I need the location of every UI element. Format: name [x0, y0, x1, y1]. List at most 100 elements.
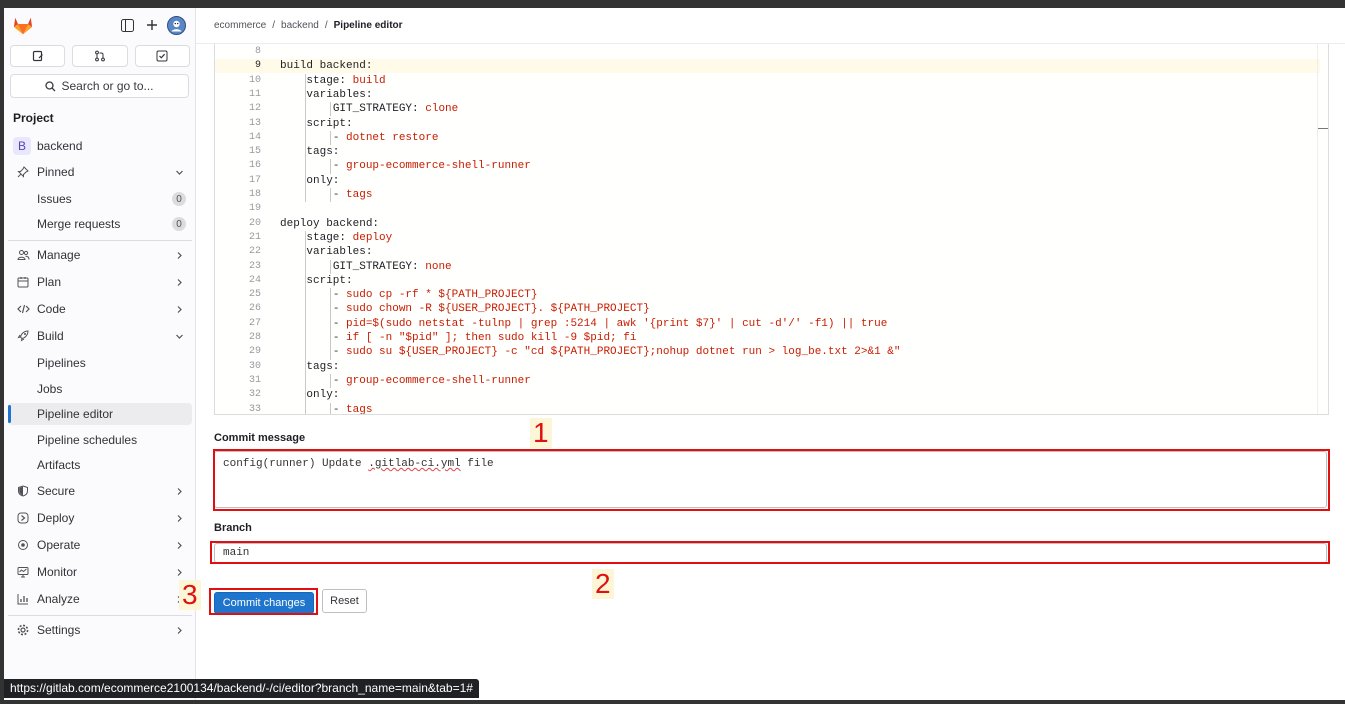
code-line[interactable]: 20 deploy backend: [215, 217, 1320, 231]
sidebar-item-deploy[interactable]: Deploy [8, 507, 192, 529]
sidebar-item-analyze[interactable]: Analyze [8, 588, 192, 610]
code-text: script: [306, 117, 353, 130]
code-editor[interactable]: 8 9 build backend: 10 stage: build 11 variab… [214, 44, 1329, 415]
sidebar-item-build[interactable]: Build [8, 325, 192, 347]
sidebar-item-pipeline-editor[interactable]: Pipeline editor [8, 403, 192, 425]
code-line[interactable]: 10 stage: build [215, 74, 1320, 88]
sidebar-item-label: Deploy [37, 511, 75, 525]
sidebar-item-secure[interactable]: Secure [8, 480, 192, 502]
sidebar-item-settings[interactable]: Settings [8, 619, 192, 641]
breadcrumb: ecommerce / backend / Pipeline editor [214, 20, 403, 31]
sidebar-item-operate[interactable]: Operate [8, 534, 192, 556]
branch-input[interactable]: main [214, 543, 1327, 563]
code-line[interactable]: 25 - sudo cp -rf * ${PATH_PROJECT} [215, 288, 1320, 302]
line-number: 14 [248, 131, 261, 143]
annotation-number-2: 2 [592, 569, 614, 599]
code-text: - group-ecommerce-shell-runner [332, 374, 531, 387]
browser-viewport: Search or go to... Project B backend Pin… [4, 8, 1345, 700]
breadcrumb-item[interactable]: backend [281, 20, 319, 31]
code-line[interactable]: 21 stage: deploy [215, 231, 1320, 245]
gitlab-logo-icon[interactable] [12, 15, 34, 35]
line-number: 10 [248, 74, 261, 86]
indent-guide [330, 188, 331, 203]
todo-shortcut-button[interactable] [134, 45, 190, 67]
sidebar-item-monitor[interactable]: Monitor [8, 561, 192, 583]
chevron-right-icon [174, 567, 184, 577]
code-line[interactable]: 14 - dotnet restore [215, 131, 1320, 145]
sidebar-item-plan[interactable]: Plan [8, 271, 192, 293]
code-line[interactable]: 12 GIT_STRATEGY: clone [215, 102, 1320, 116]
monitor-icon [16, 565, 30, 579]
line-number: 28 [248, 332, 261, 343]
code-line[interactable]: 29 - sudo su ${USER_PROJECT} -c "cd ${PA… [215, 345, 1320, 359]
code-line[interactable]: 19 [215, 202, 1320, 216]
code-line[interactable]: 31 - group-ecommerce-shell-runner [215, 374, 1320, 388]
sidebar-item-issues[interactable]: Issues 0 [8, 188, 192, 210]
code-line[interactable]: 16 - group-ecommerce-shell-runner [215, 159, 1320, 173]
sidebar-item-label: Jobs [37, 382, 63, 396]
search-button[interactable]: Search or go to... [10, 74, 189, 98]
sidebar-item-pipeline-schedules[interactable]: Pipeline schedules [8, 429, 192, 451]
line-number: 25 [248, 289, 261, 301]
indent-guide [330, 130, 331, 146]
code-line[interactable]: 17 only: [215, 174, 1320, 188]
sidebar-item-label: Merge requests [37, 217, 121, 231]
gear-icon [16, 623, 30, 637]
reset-button[interactable]: Reset [322, 589, 367, 613]
code-text: deploy backend: [280, 217, 380, 230]
main-content: ecommerce / backend / Pipeline editor 8 9… [196, 8, 1345, 700]
code-text: variables: [306, 246, 373, 259]
chevron-right-icon [174, 277, 184, 287]
code-line[interactable]: 30 tags: [215, 360, 1320, 374]
line-number: 31 [248, 374, 261, 386]
sidebar-item-merge-requests[interactable]: Merge requests 0 [8, 213, 192, 235]
deploy-icon [16, 511, 30, 525]
sidebar-item-label: Pipelines [37, 356, 86, 370]
merge-requests-shortcut-button[interactable] [72, 45, 128, 67]
code-line[interactable]: 33 - tags [215, 403, 1320, 415]
code-line[interactable]: 32 only: [215, 388, 1320, 402]
commit-message-label: Commit message [214, 432, 306, 444]
chevron-right-icon [174, 486, 184, 496]
commit-changes-button[interactable]: Commit changes [214, 592, 314, 614]
rocket-icon [16, 329, 30, 343]
sidebar-item-pinned[interactable]: Pinned [8, 161, 192, 183]
code-text: only: [306, 174, 340, 187]
breadcrumb-current[interactable]: Pipeline editor [334, 20, 403, 31]
sidebar-item-manage[interactable]: Manage [8, 244, 192, 266]
sidebar-item-jobs[interactable]: Jobs [8, 378, 192, 400]
sidebar-item-project[interactable]: B backend [8, 135, 192, 157]
line-number: 11 [248, 88, 261, 100]
code-line[interactable]: 13 script: [215, 117, 1320, 131]
branch-label: Branch [214, 522, 252, 534]
avatar[interactable] [167, 16, 186, 35]
annotation-number-1: 1 [530, 418, 552, 448]
line-number: 20 [248, 217, 261, 229]
sidebar-toggle-icon[interactable] [119, 17, 135, 33]
sidebar-item-label: Operate [37, 538, 81, 552]
code-line[interactable]: 28 - if [ -n "$pid" ]; then sudo kill -9… [215, 331, 1320, 345]
code-line[interactable]: 24 script: [215, 274, 1320, 288]
commit-message-text: file [460, 458, 494, 470]
code-line[interactable]: 15 tags: [215, 145, 1320, 159]
code-text: - sudo chown -R ${USER_PROJECT}. ${PATH_… [332, 303, 650, 316]
sidebar-item-pipelines[interactable]: Pipelines [8, 352, 192, 374]
commit-message-textarea[interactable]: config(runner) Update .gitlab-ci.yml fil… [214, 451, 1327, 508]
sidebar-item-artifacts[interactable]: Artifacts [8, 454, 192, 476]
code-line[interactable]: 22 variables: [215, 245, 1320, 259]
code-line[interactable]: 11 variables: [215, 88, 1320, 102]
code-line[interactable]: 18 - tags [215, 188, 1320, 202]
plus-icon[interactable] [144, 17, 160, 33]
issues-shortcut-button[interactable] [10, 45, 66, 67]
code-line[interactable]: 8 [215, 45, 1320, 59]
code-line[interactable]: 27 - pid=$(sudo netstat -tulnp | grep :5… [215, 317, 1320, 331]
sidebar-item-code[interactable]: Code [8, 298, 192, 320]
code-line[interactable]: 9 build backend: [215, 59, 1320, 73]
indent-guide [330, 373, 331, 389]
breadcrumb-item[interactable]: ecommerce [214, 20, 266, 31]
code-line[interactable]: 23 GIT_STRATEGY: none [215, 260, 1320, 274]
code-text: stage: deploy [306, 231, 393, 244]
commit-message-text: config(runner) Update [223, 458, 369, 470]
line-number: 15 [248, 146, 261, 158]
code-line[interactable]: 26 - sudo chown -R ${USER_PROJECT}. ${PA… [215, 302, 1320, 316]
